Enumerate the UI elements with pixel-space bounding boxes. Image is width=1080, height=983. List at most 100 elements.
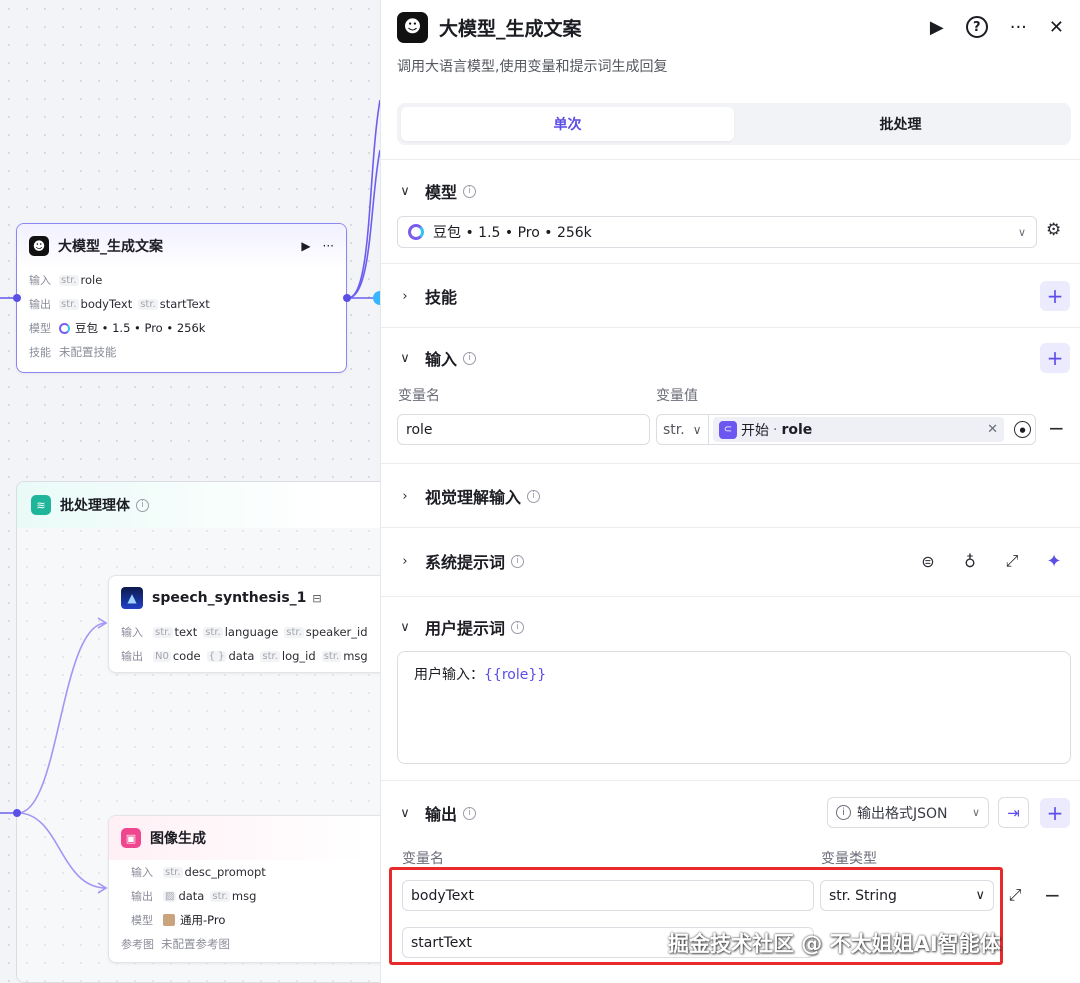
start-node-icon: ⊂ [719,420,737,439]
run-icon[interactable]: ▶ [930,17,944,38]
help-icon[interactable]: ? [965,16,988,38]
expand-icon[interactable]: ⤢ [1002,551,1022,571]
panel-header: ☻ 大模型_生成文案 ▶ ? ··· ✕ [397,10,1064,44]
section-title: 系统提示词 [425,553,506,572]
plugin-icon: ⊟ [312,591,322,605]
input-tag: str. desc_promopt [163,865,266,879]
speech-node-input-row: 输入 str. text str. language str. speaker_id [109,620,397,644]
info-icon: i [836,805,851,820]
more-icon[interactable]: ··· [323,239,334,253]
gear-icon[interactable]: ⚙ [1046,220,1061,240]
variable-picker-icon[interactable]: ● [1014,421,1031,438]
type-badge: str. [203,626,223,638]
panel-description: 调用大语言模型,使用变量和提示词生成回复 [397,59,668,75]
info-icon[interactable]: i [511,620,525,634]
input-var-value-field[interactable]: ⊂ 开始 · role ✕ ● [708,414,1036,445]
variable-reference-chip[interactable]: ⊂ 开始 · role ✕ [713,417,1004,442]
llm-input-port[interactable] [13,294,21,302]
tag-name: log_id [281,649,316,663]
llm-output-port[interactable] [343,294,351,302]
output-label: 输出 [121,650,143,663]
tag-name: data [228,649,255,663]
more-icon[interactable]: ··· [1010,17,1027,38]
image-node-title: 图像生成 [150,831,206,847]
import-button[interactable]: ⇥ [998,797,1029,828]
user-prompt-variable: {{role}} [484,667,547,683]
info-icon[interactable]: i [136,498,149,512]
add-input-button[interactable]: + [1040,343,1070,373]
input-var-name-field[interactable]: role [397,414,650,445]
input-type-select[interactable]: str. ∨ [656,414,708,445]
close-icon[interactable]: ✕ [1049,17,1064,38]
remove-output-icon[interactable]: − [1044,883,1061,907]
llm-node-title: 大模型_生成文案 [58,239,163,255]
section-skills[interactable]: › 技能 + [397,281,1070,311]
tag-name: language [224,625,279,639]
chevron-down-icon: ∨ [400,805,410,821]
mode-tabs: 单次 批处理 [397,103,1071,145]
tab-batch[interactable]: 批处理 [734,107,1067,141]
remove-input-icon[interactable]: − [1048,416,1065,440]
layers-icon: ≋ [31,495,51,515]
section-title: 输出 [425,805,458,824]
prompt-library-icon[interactable]: ⊜ [918,552,938,571]
image-generation-node[interactable]: ▣ 图像生成 输入 str. desc_promopt 输出 ▨ data str.… [108,815,398,963]
type-badge: str. [138,298,158,310]
output-tag: N0 code [153,649,201,663]
tag-name: speaker_id [305,625,368,639]
section-user-prompt[interactable]: ∨ 用户提示词 i [397,612,1070,642]
tag-name: data [178,889,205,903]
image-node-ref-row: 参考图 未配置参考图 [109,932,397,956]
info-icon[interactable]: i [527,489,541,503]
llm-robot-icon: ☻ [397,11,428,43]
img-type-icon: ▨ [163,890,177,902]
chevron-down-icon: ∨ [1017,225,1026,239]
expand-icon[interactable]: ⤢ [1005,885,1025,905]
user-prompt-editor[interactable]: 用户输入：{{role}} [397,651,1071,764]
llm-node[interactable]: ☻ 大模型_生成文案 ▶ ··· 输入 str. role 输出 str. body… [16,223,347,373]
info-icon[interactable]: i [511,554,525,568]
panel-title: 大模型_生成文案 [439,17,582,40]
ai-sparkle-icon[interactable]: ✦ [1044,551,1064,572]
clear-icon[interactable]: ✕ [987,422,998,437]
add-skill-button[interactable]: + [1040,281,1070,311]
input-label: 输入 [29,274,51,287]
add-output-button[interactable]: + [1040,798,1070,828]
user-prompt-text: 用户输入： [414,667,484,683]
model-select-value: 豆包 • 1.5 • Pro • 256k [433,225,592,241]
type-badge: str. [321,650,342,662]
image-node-header: ▣ 图像生成 [109,816,397,860]
model-select[interactable]: 豆包 • 1.5 • Pro • 256k ∨ [397,216,1037,248]
section-input[interactable]: ∨ 输入 i + [397,343,1070,373]
llm-node-input-row: 输入 str. role [17,268,346,292]
type-badge: { } [206,650,227,662]
speech-synthesis-node[interactable]: ▲ speech_synthesis_1 ⊟ 输入 str. text str. l… [108,575,398,673]
lightbulb-icon[interactable]: ♁ [960,552,980,571]
input-tag: str. language [203,625,278,639]
input-tag: str. speaker_id [284,625,368,639]
type-badge: str. [284,626,304,638]
section-system-prompt[interactable]: › 系统提示词 i ⊜ ♁ ⤢ ✦ [397,546,1070,576]
batch-input-port[interactable] [13,809,21,817]
info-icon[interactable]: i [463,351,477,365]
tab-single[interactable]: 单次 [401,107,734,141]
chevron-down-icon: ∨ [400,619,410,635]
input-label: 输入 [131,866,153,879]
info-icon[interactable]: i [463,806,477,820]
section-title: 用户提示词 [425,619,506,638]
run-icon[interactable]: ▶ [301,239,310,253]
output-format-select[interactable]: i 输出格式JSON ∨ [827,797,989,828]
doubao-logo-icon [59,322,70,334]
section-model[interactable]: ∨ 模型 i [397,176,1070,206]
chevron-down-icon: ∨ [400,183,410,199]
info-icon[interactable]: i [463,184,477,198]
section-vision-input[interactable]: › 视觉理解输入 i [397,481,1070,511]
image-node-output-row: 输出 ▨ data str. msg [109,884,397,908]
input-tag: str. role [59,273,102,287]
ref-label: 参考图 [121,938,154,951]
image-icon: ▣ [121,828,141,848]
divider [381,463,1080,464]
waveform-icon: ▲ [121,587,143,609]
output-tag: str. startText [138,297,210,311]
section-title: 模型 [425,183,458,202]
